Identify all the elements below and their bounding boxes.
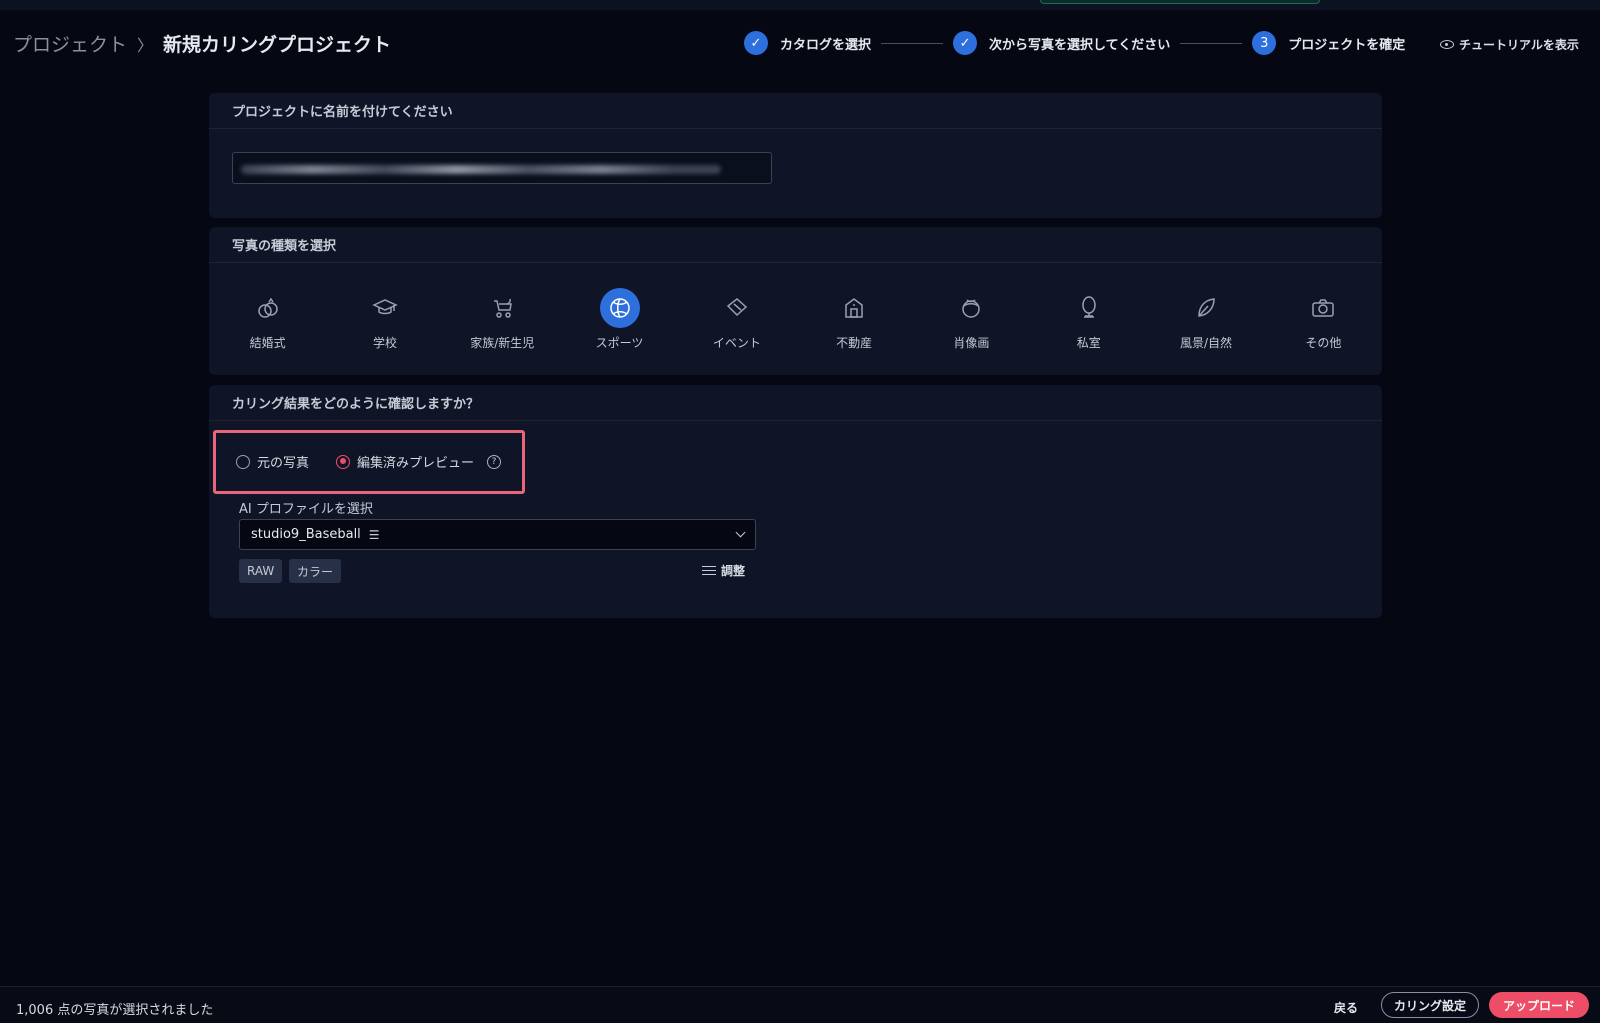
radio-indicator: [336, 454, 351, 469]
top-status-pill: [1040, 0, 1320, 4]
mirror-icon: [1069, 288, 1109, 328]
type-label: 風景/自然: [1180, 336, 1233, 350]
page-title: 新規カリングプロジェクト: [163, 34, 392, 56]
upload-button[interactable]: アップロード: [1489, 992, 1590, 1018]
top-bar: [0, 0, 1600, 10]
check-icon: ✓: [953, 31, 978, 55]
chevron-down-icon: [735, 527, 746, 538]
step-connector: [881, 42, 944, 44]
breadcrumb-projects-link[interactable]: プロジェクト: [13, 30, 127, 57]
blurred-project-name: [241, 165, 721, 174]
type-label: 家族/新生児: [470, 336, 535, 350]
progress-stepper: ✓ カタログを選択 ✓ 次から写真を選択してください 3 プロジェクトを確定: [744, 31, 1405, 55]
type-label: イベント: [712, 336, 761, 350]
ticket-icon: [717, 288, 757, 328]
tutorial-label: チュートリアルを表示: [1459, 38, 1579, 52]
rings-icon: [248, 288, 288, 328]
type-boudoir[interactable]: 私室: [1030, 263, 1147, 375]
tag-raw: RAW: [239, 559, 283, 583]
radio-indicator: [236, 454, 250, 469]
portrait-icon: [951, 288, 991, 328]
selected-profile: studio9_Baseball: [251, 527, 361, 542]
type-school[interactable]: 学校: [326, 263, 443, 375]
culling-settings-button[interactable]: カリング設定: [1381, 992, 1480, 1018]
step-number: 3: [1252, 31, 1277, 55]
adjust-button[interactable]: 調整: [702, 562, 745, 579]
step-label: カタログを選択: [780, 37, 872, 53]
radio-original-photos[interactable]: 元の写真: [236, 452, 309, 471]
type-portrait[interactable]: 肖像画: [913, 263, 1030, 375]
help-icon[interactable]: ?: [487, 454, 502, 469]
type-label: 不動産: [836, 336, 873, 350]
type-label: 私室: [1076, 336, 1101, 350]
type-landscape[interactable]: 風景/自然: [1147, 263, 1264, 375]
sliders-icon: [702, 565, 716, 577]
radio-label: 編集済みプレビュー: [357, 456, 475, 471]
leaf-icon: [1186, 288, 1226, 328]
ai-profile-label: AI プロファイルを選択: [239, 502, 373, 517]
review-method-title: カリング結果をどのように確認しますか？: [209, 385, 1382, 421]
radio-label: 元の写真: [257, 456, 310, 471]
project-name-card: プロジェクトに名前を付けてください: [209, 93, 1382, 218]
type-label: その他: [1305, 336, 1342, 350]
type-label: 肖像画: [953, 336, 990, 350]
type-label: 学校: [372, 336, 397, 350]
step-select-catalog: ✓ カタログを選択: [744, 31, 871, 55]
step-confirm-project: 3 プロジェクトを確定: [1252, 31, 1405, 55]
ball-icon: [599, 288, 640, 328]
project-name-title: プロジェクトに名前を付けてください: [209, 93, 1382, 129]
tag-color: カラー: [289, 559, 342, 583]
stroller-icon: [482, 288, 522, 328]
type-other[interactable]: その他: [1265, 263, 1382, 375]
graduation-cap-icon: [365, 288, 405, 328]
type-family[interactable]: 家族/新生児: [444, 263, 561, 375]
footer-bar: 1,006 点の写真が選択されました 戻る カリング設定 アップロード: [0, 986, 1600, 1023]
breadcrumb-separator: 〉: [137, 35, 154, 55]
type-wedding[interactable]: 結婚式: [209, 263, 326, 375]
step-label: 次から写真を選択してください: [989, 37, 1171, 53]
type-label: 結婚式: [249, 336, 286, 350]
eye-icon: [1440, 40, 1454, 49]
step-select-photos: ✓ 次から写真を選択してください: [953, 31, 1170, 55]
show-tutorial-link[interactable]: チュートリアルを表示: [1440, 36, 1579, 53]
step-label: プロジェクトを確定: [1288, 37, 1406, 53]
adjust-label: 調整: [721, 564, 746, 578]
type-real-estate[interactable]: 不動産: [795, 263, 912, 375]
sliders-icon: ☰: [368, 527, 380, 542]
back-button[interactable]: 戻る: [1334, 999, 1358, 1016]
check-icon: ✓: [744, 31, 768, 55]
breadcrumb: プロジェクト 〉 新規カリングプロジェクト: [13, 30, 391, 57]
review-method-card: カリング結果をどのように確認しますか？ 元の写真 編集済みプレビュー ? AI …: [209, 385, 1382, 618]
step-connector: [1180, 42, 1243, 44]
house-icon: [834, 288, 874, 328]
photo-type-title: 写真の種類を選択: [209, 227, 1382, 263]
project-name-input[interactable]: [232, 152, 772, 184]
selection-status: 1,006 点の写真が選択されました: [16, 1003, 214, 1018]
camera-icon: [1303, 288, 1343, 328]
ai-profile-select[interactable]: studio9_Baseball ☰: [239, 519, 756, 550]
photo-type-card: 写真の種類を選択 結婚式 学校 家族/新生児 スポーツ イベント 不動産 肖像画: [209, 227, 1382, 375]
radio-edited-preview[interactable]: 編集済みプレビュー ?: [336, 452, 502, 471]
type-sports[interactable]: スポーツ: [561, 263, 678, 375]
review-options: 元の写真 編集済みプレビュー ?: [236, 452, 528, 471]
type-label: スポーツ: [595, 336, 644, 350]
photo-type-list: 結婚式 学校 家族/新生児 スポーツ イベント 不動産 肖像画 私室 風景/自然…: [209, 263, 1382, 375]
type-event[interactable]: イベント: [678, 263, 795, 375]
